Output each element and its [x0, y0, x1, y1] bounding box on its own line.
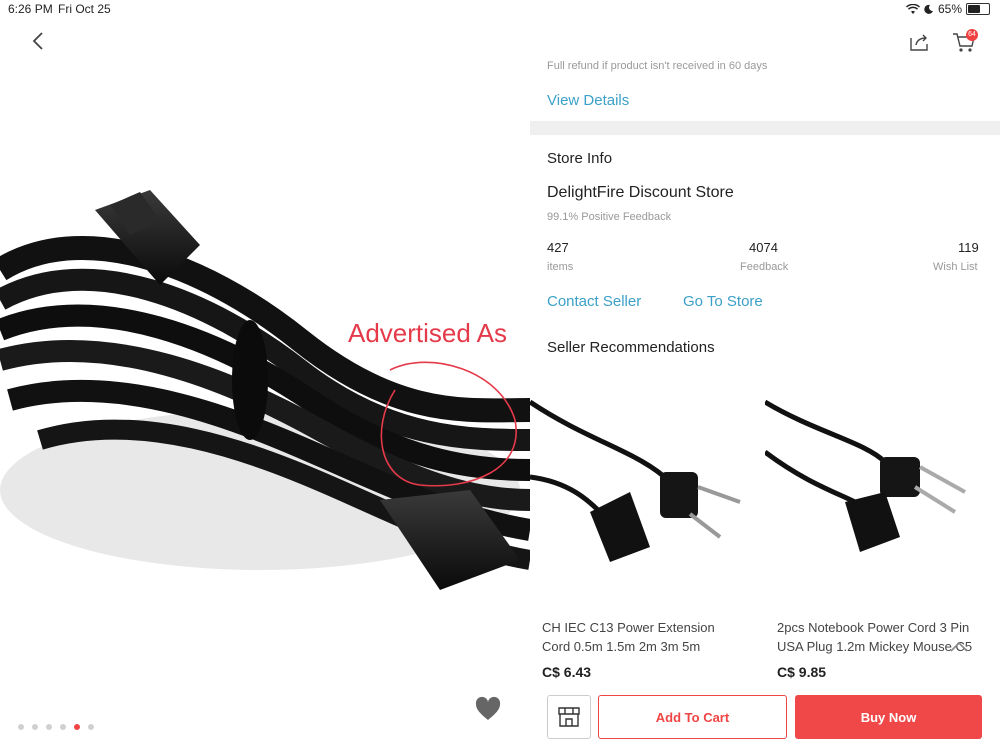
image-pagination-dot[interactable]: [74, 724, 80, 730]
heart-icon: [475, 696, 501, 720]
share-icon: [910, 34, 928, 51]
image-pagination-dot[interactable]: [18, 724, 24, 730]
image-pagination-dot[interactable]: [60, 724, 66, 730]
advertised-as-annotation: Advertised As: [348, 318, 507, 348]
image-pagination-dot[interactable]: [46, 724, 52, 730]
power-cable-image: [0, 190, 530, 590]
go-to-store-link[interactable]: Go To Store: [683, 293, 763, 310]
recommendation-title: CH IEC C13 Power Extension: [542, 620, 715, 635]
add-to-cart-button[interactable]: Add To Cart: [598, 695, 787, 739]
battery-percent: 65%: [937, 2, 962, 16]
store-items-count: 427: [547, 240, 569, 255]
recommendation-card[interactable]: CH IEC C13 Power Extension Cord 0.5m 1.5…: [530, 362, 758, 692]
store-feedback-label: Feedback: [740, 261, 789, 273]
chevron-up-icon: [950, 641, 968, 652]
store-wishlist-label: Wish List: [933, 261, 978, 273]
seller-recommendations-title: Seller Recommendations: [547, 339, 715, 356]
scroll-top-button[interactable]: [946, 636, 972, 658]
moon-icon: [924, 4, 933, 14]
recommendation-price: C$ 6.43: [542, 664, 592, 680]
store-items-label: items: [547, 261, 574, 273]
wishlist-button[interactable]: [474, 696, 502, 722]
status-date: Fri Oct 25: [58, 2, 111, 16]
extension-cord-image: [530, 399, 741, 562]
store-feedback-count: 4074: [749, 240, 778, 255]
status-time: 6:26 PM: [8, 2, 53, 16]
contact-seller-link[interactable]: Contact Seller: [547, 293, 641, 310]
chevron-left-icon: [32, 32, 43, 50]
buy-now-button[interactable]: Buy Now: [795, 695, 982, 739]
image-pagination-dot[interactable]: [32, 724, 38, 730]
back-button[interactable]: [26, 28, 50, 54]
store-wishlist-count: 119: [958, 240, 979, 255]
store-name[interactable]: DelightFire Discount Store: [547, 184, 734, 202]
recommendation-price: C$ 9.85: [777, 664, 827, 680]
store-button[interactable]: [547, 695, 591, 739]
section-divider: [530, 121, 1000, 135]
status-right: 65%: [905, 2, 990, 16]
battery-icon: [966, 3, 990, 15]
wifi-icon: [905, 3, 920, 14]
battery-fill: [968, 5, 980, 13]
image-pagination-dot[interactable]: [88, 724, 94, 730]
notebook-power-cord-image: [765, 399, 966, 552]
share-button[interactable]: [907, 30, 931, 54]
refund-note: Full refund if product isn't received in…: [547, 60, 768, 72]
store-icon: [558, 707, 580, 727]
product-image[interactable]: [0, 70, 530, 670]
view-details-link[interactable]: View Details: [547, 92, 629, 109]
store-info-title: Store Info: [547, 150, 613, 167]
recommendation-title: 2pcs Notebook Power Cord 3 Pin: [777, 620, 970, 635]
recommendation-title-line2: Cord 0.5m 1.5m 2m 3m 5m: [542, 639, 701, 654]
image-pagination: [18, 724, 94, 730]
recommendation-title-line2: USA Plug 1.2m Mickey Mouse C5: [777, 639, 973, 654]
cart-count-badge: 64: [966, 29, 978, 41]
positive-feedback: 99.1% Positive Feedback: [547, 211, 672, 223]
